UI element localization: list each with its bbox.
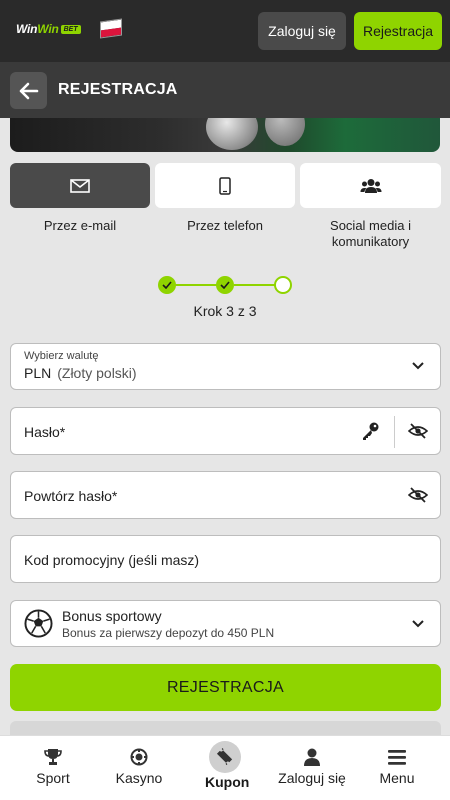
step-text: Krok 3 z 3: [193, 303, 257, 319]
step-connector: [234, 284, 278, 286]
currency-value: PLN (Złoty polski): [24, 365, 137, 381]
football-image: [206, 118, 258, 150]
sub-header: REJESTRACJA: [0, 62, 450, 118]
nav-menu-icon-wrap: [388, 747, 406, 767]
casino-chip-icon: [130, 748, 148, 766]
arrow-left-icon: [19, 82, 38, 99]
logo-text-1: Win: [16, 22, 38, 36]
key-icon[interactable]: [360, 421, 380, 441]
back-button[interactable]: [10, 72, 47, 109]
step-progress: [158, 276, 292, 294]
submit-registration-button[interactable]: REJESTRACJA: [10, 664, 441, 711]
password-placeholder: Hasło*: [24, 424, 66, 440]
login-button[interactable]: Zaloguj się: [258, 12, 346, 50]
nav-kupon-label: Kupon: [205, 774, 250, 790]
nav-login-icon-wrap: [304, 747, 320, 767]
check-icon: [162, 281, 172, 289]
chevron-down-icon: [412, 620, 424, 628]
tab-email-label: Przez e-mail: [43, 218, 117, 233]
logo-text: WinWin: [16, 22, 59, 36]
user-icon: [304, 748, 320, 766]
nav-sport-label: Sport: [36, 770, 70, 786]
tab-phone[interactable]: [155, 163, 295, 208]
bonus-select[interactable]: Bonus sportowy Bonus za pierwszy depozyt…: [10, 600, 441, 647]
next-section-edge: [10, 721, 441, 735]
poland-flag-icon[interactable]: [100, 18, 122, 39]
hamburger-icon: [388, 749, 406, 765]
field-divider: [394, 416, 395, 448]
users-icon: [360, 178, 381, 193]
nav-casino-label: Kasyno: [115, 770, 163, 786]
nav-login-label: Zaloguj się: [278, 770, 346, 786]
step-connector: [174, 284, 218, 286]
promo-banner: [10, 118, 440, 152]
trophy-icon: [44, 749, 62, 765]
check-icon: [220, 281, 230, 289]
chevron-down-icon: [412, 362, 424, 370]
nav-menu[interactable]: Menu: [374, 736, 420, 800]
step-3-dot: [274, 276, 292, 294]
password-repeat-placeholder: Powtórz hasło*: [24, 488, 118, 504]
promo-code-placeholder: Kod promocyjny (jeśli masz): [24, 552, 200, 568]
kupon-badge: [209, 741, 241, 773]
nav-kupon[interactable]: Kupon: [196, 736, 254, 800]
logo-badge: BET: [60, 24, 81, 34]
register-button[interactable]: Rejestracja: [354, 12, 442, 50]
tab-phone-label: Przez telefon: [187, 218, 263, 233]
currency-label: Wybierz walutę: [24, 350, 99, 362]
phone-icon: [219, 176, 231, 195]
page-title: REJESTRACJA: [58, 81, 178, 98]
logo[interactable]: WinWin BET: [16, 22, 81, 36]
promo-code-field[interactable]: Kod promocyjny (jeśli masz): [10, 535, 441, 583]
password-field[interactable]: Hasło*: [10, 407, 441, 455]
bonus-title: Bonus sportowy: [62, 608, 162, 624]
nav-casino[interactable]: Kasyno: [104, 736, 174, 800]
nav-login[interactable]: Zaloguj się: [272, 736, 352, 800]
eye-slash-icon[interactable]: [408, 423, 428, 439]
step-2-dot: [216, 276, 234, 294]
nav-menu-label: Menu: [379, 770, 415, 786]
nav-sport[interactable]: Sport: [22, 736, 84, 800]
eye-slash-icon[interactable]: [408, 487, 428, 503]
currency-code: PLN: [24, 365, 52, 381]
envelope-icon: [70, 178, 90, 193]
bonus-subtitle: Bonus za pierwszy depozyt do 450 PLN: [62, 626, 275, 640]
player-image: [265, 118, 305, 146]
password-repeat-field[interactable]: Powtórz hasło*: [10, 471, 441, 519]
tab-social[interactable]: [300, 163, 441, 208]
currency-select[interactable]: Wybierz walutę PLN (Złoty polski): [10, 343, 441, 390]
step-1-dot: [158, 276, 176, 294]
bottom-nav: Sport Kasyno Kupon Zaloguj się Menu: [0, 735, 450, 800]
top-bar: WinWin BET Zaloguj się Rejestracja: [0, 0, 450, 62]
tab-social-label: Social media i komunikatory: [330, 218, 411, 249]
football-icon: [24, 609, 53, 638]
currency-name: (Złoty polski): [57, 365, 137, 381]
tab-email[interactable]: [10, 163, 150, 208]
logo-text-2: Win: [37, 22, 59, 36]
ticket-icon: [216, 748, 233, 766]
nav-casino-icon-wrap: [130, 747, 148, 767]
nav-sport-icon-wrap: [44, 747, 62, 767]
